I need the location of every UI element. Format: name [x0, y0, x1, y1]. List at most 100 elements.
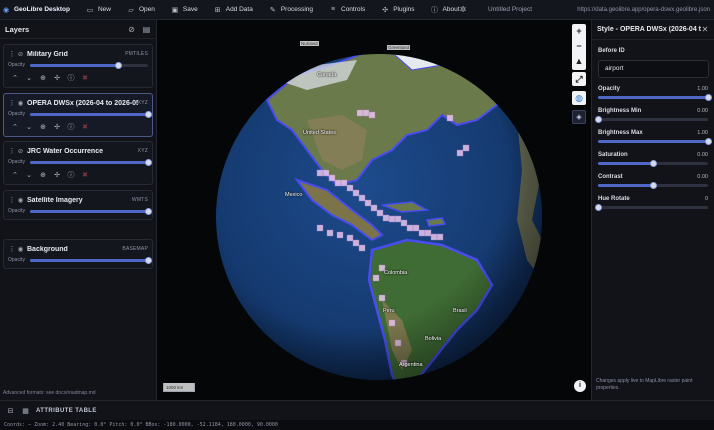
property-label: Contrast [598, 174, 623, 180]
fullscreen-button[interactable]: ⤢ [572, 72, 586, 86]
zoom-in-button[interactable]: + [572, 24, 586, 39]
info-icon[interactable]: ⓘ [64, 170, 78, 180]
opacity-slider[interactable] [30, 256, 152, 264]
menu-add-data[interactable]: ⊞ Add Data [206, 0, 261, 20]
map-view[interactable]: Nunavut Greenland Canada United States M… [157, 20, 591, 400]
map-label-bolivia: Bolivia [425, 336, 442, 342]
eye-off-icon[interactable]: ⊘ [16, 50, 25, 58]
eye-icon[interactable]: ◉ [16, 99, 25, 107]
layers-toggle-button[interactable]: ◈ [572, 110, 586, 124]
property-slider[interactable] [598, 160, 708, 167]
close-icon[interactable]: ✕ [701, 25, 709, 34]
before-id-input[interactable]: airport [598, 60, 709, 78]
globe-map[interactable] [157, 20, 591, 400]
menu-plugins[interactable]: ✣ Plugins [373, 0, 422, 20]
drag-handle-icon[interactable]: ⋮ [8, 50, 16, 58]
slider-knob[interactable] [115, 61, 122, 69]
opacity-slider[interactable] [30, 110, 152, 118]
delete-icon[interactable]: ✖ [78, 123, 92, 131]
theme-toggle-icon[interactable]: ✲ [458, 5, 468, 15]
opacity-slider[interactable] [30, 61, 148, 69]
layer-tools: ⌃ ⌄ ⊕ ✢ ⓘ ✖ [8, 121, 148, 133]
style-icon[interactable]: ✢ [50, 171, 64, 179]
property-slider[interactable] [594, 204, 708, 211]
delete-icon[interactable]: ✖ [78, 171, 92, 179]
drag-handle-icon[interactable]: ⋮ [8, 147, 16, 155]
slider-knob[interactable] [144, 158, 152, 166]
menu-about-label: About [442, 6, 460, 13]
zoom-to-layer-icon[interactable]: ⊕ [36, 123, 50, 131]
move-down-icon[interactable]: ⌄ [22, 74, 36, 82]
menu-processing[interactable]: ✎ Processing [261, 0, 321, 20]
menu-controls[interactable]: ≡ Controls [321, 0, 373, 20]
save-icon: ▣ [171, 6, 179, 14]
move-down-icon[interactable]: ⌄ [22, 171, 36, 179]
opacity-slider[interactable] [30, 207, 152, 215]
slider-knob[interactable] [594, 204, 602, 211]
property-value: 0.00 [697, 152, 708, 158]
eye-off-icon[interactable]: ⊘ [16, 147, 25, 155]
style-icon[interactable]: ✢ [50, 74, 64, 82]
table-icon: ▦ [22, 407, 29, 415]
globe-toggle-button[interactable]: ◍ [572, 91, 586, 105]
style-icon[interactable]: ✢ [50, 123, 64, 131]
collapse-panel-icon[interactable]: ▤ [142, 25, 151, 34]
slider-knob[interactable] [144, 207, 152, 215]
layer-header: ⋮ ◉ OPERA DWSx (2026-04 to 2026-05) XYZ [8, 97, 148, 109]
opacity-label: Opacity [8, 159, 25, 165]
property-slider[interactable] [598, 182, 708, 189]
menu-new-label: New [97, 6, 111, 13]
info-icon: ⓘ [431, 6, 439, 14]
property-slider[interactable] [598, 138, 712, 145]
before-id-label: Before ID [598, 48, 625, 54]
zoom-out-button[interactable]: − [572, 39, 586, 54]
property-value: 0 [704, 196, 708, 202]
slider-knob[interactable] [649, 182, 657, 189]
opacity-label: Opacity [8, 62, 25, 68]
eye-icon[interactable]: ◉ [16, 245, 25, 253]
attribute-table-bar[interactable]: ⊟ ▦ ATTRIBUTE TABLE [0, 400, 714, 420]
slider-knob[interactable] [704, 138, 712, 145]
menu-save[interactable]: ▣ Save [163, 0, 206, 20]
slider-knob[interactable] [144, 256, 152, 264]
move-up-icon[interactable]: ⌃ [8, 171, 22, 179]
add-data-icon: ⊞ [214, 6, 221, 14]
opacity-label: Opacity [8, 208, 25, 214]
collapse-icon[interactable]: ⊟ [6, 407, 15, 415]
layer-card[interactable]: ⋮ ◉ Background BASEMAP Opacity [3, 239, 153, 269]
opacity-slider[interactable] [30, 158, 152, 166]
layer-card[interactable]: ⋮ ⊘ JRC Water Occurrence XYZ Opacity ⌃ ⌄ ⊕ ✢ ⓘ ✖ [3, 141, 153, 185]
layer-card[interactable]: ⋮ ⊘ Military Grid PMTILES Opacity ⌃ ⌄ ⊕ ✢ ⓘ ✖ [3, 44, 153, 88]
compass-button[interactable]: ▲ [572, 54, 586, 69]
zoom-to-layer-icon[interactable]: ⊕ [36, 171, 50, 179]
property-slider[interactable] [594, 116, 708, 123]
attribution-button[interactable]: i [574, 380, 586, 392]
move-up-icon[interactable]: ⌃ [8, 74, 22, 82]
layer-card[interactable]: ⋮ ◉ Satellite Imagery WMTS Opacity [3, 190, 153, 220]
eye-icon[interactable]: ◉ [16, 196, 25, 204]
drag-handle-icon[interactable]: ⋮ [8, 196, 16, 204]
delete-icon[interactable]: ✖ [78, 74, 92, 82]
app-brand[interactable]: ◉ GeoLibre Desktop [0, 0, 78, 20]
layer-card[interactable]: ⋮ ◉ OPERA DWSx (2026-04 to 2026-05) XYZ Opac… [3, 93, 153, 137]
drag-handle-icon[interactable]: ⋮ [8, 99, 16, 107]
menu-controls-label: Controls [341, 6, 366, 13]
property-slider[interactable] [598, 94, 712, 101]
slider-knob[interactable] [594, 116, 602, 123]
slider-knob[interactable] [704, 94, 712, 101]
move-down-icon[interactable]: ⌄ [22, 123, 36, 131]
layer-type-badge: BASEMAP [122, 246, 148, 252]
move-up-icon[interactable]: ⌃ [8, 123, 22, 131]
style-header: Style - OPERA DWSx (2026-04 to 2026-05) … [592, 20, 714, 40]
slider-knob[interactable] [649, 160, 657, 167]
menu-open[interactable]: ▱ Open [119, 0, 163, 20]
info-icon[interactable]: ⓘ [64, 122, 78, 132]
menu-new[interactable]: ▭ New [78, 0, 119, 20]
zoom-to-layer-icon[interactable]: ⊕ [36, 74, 50, 82]
info-icon[interactable]: ⓘ [64, 73, 78, 83]
file-icon: ▭ [86, 6, 94, 14]
slider-knob[interactable] [144, 110, 152, 118]
layer-tools: ⌃ ⌄ ⊕ ✢ ⓘ ✖ [8, 72, 148, 84]
drag-handle-icon[interactable]: ⋮ [8, 245, 16, 253]
hide-all-icon[interactable]: ⊘ [127, 25, 136, 34]
